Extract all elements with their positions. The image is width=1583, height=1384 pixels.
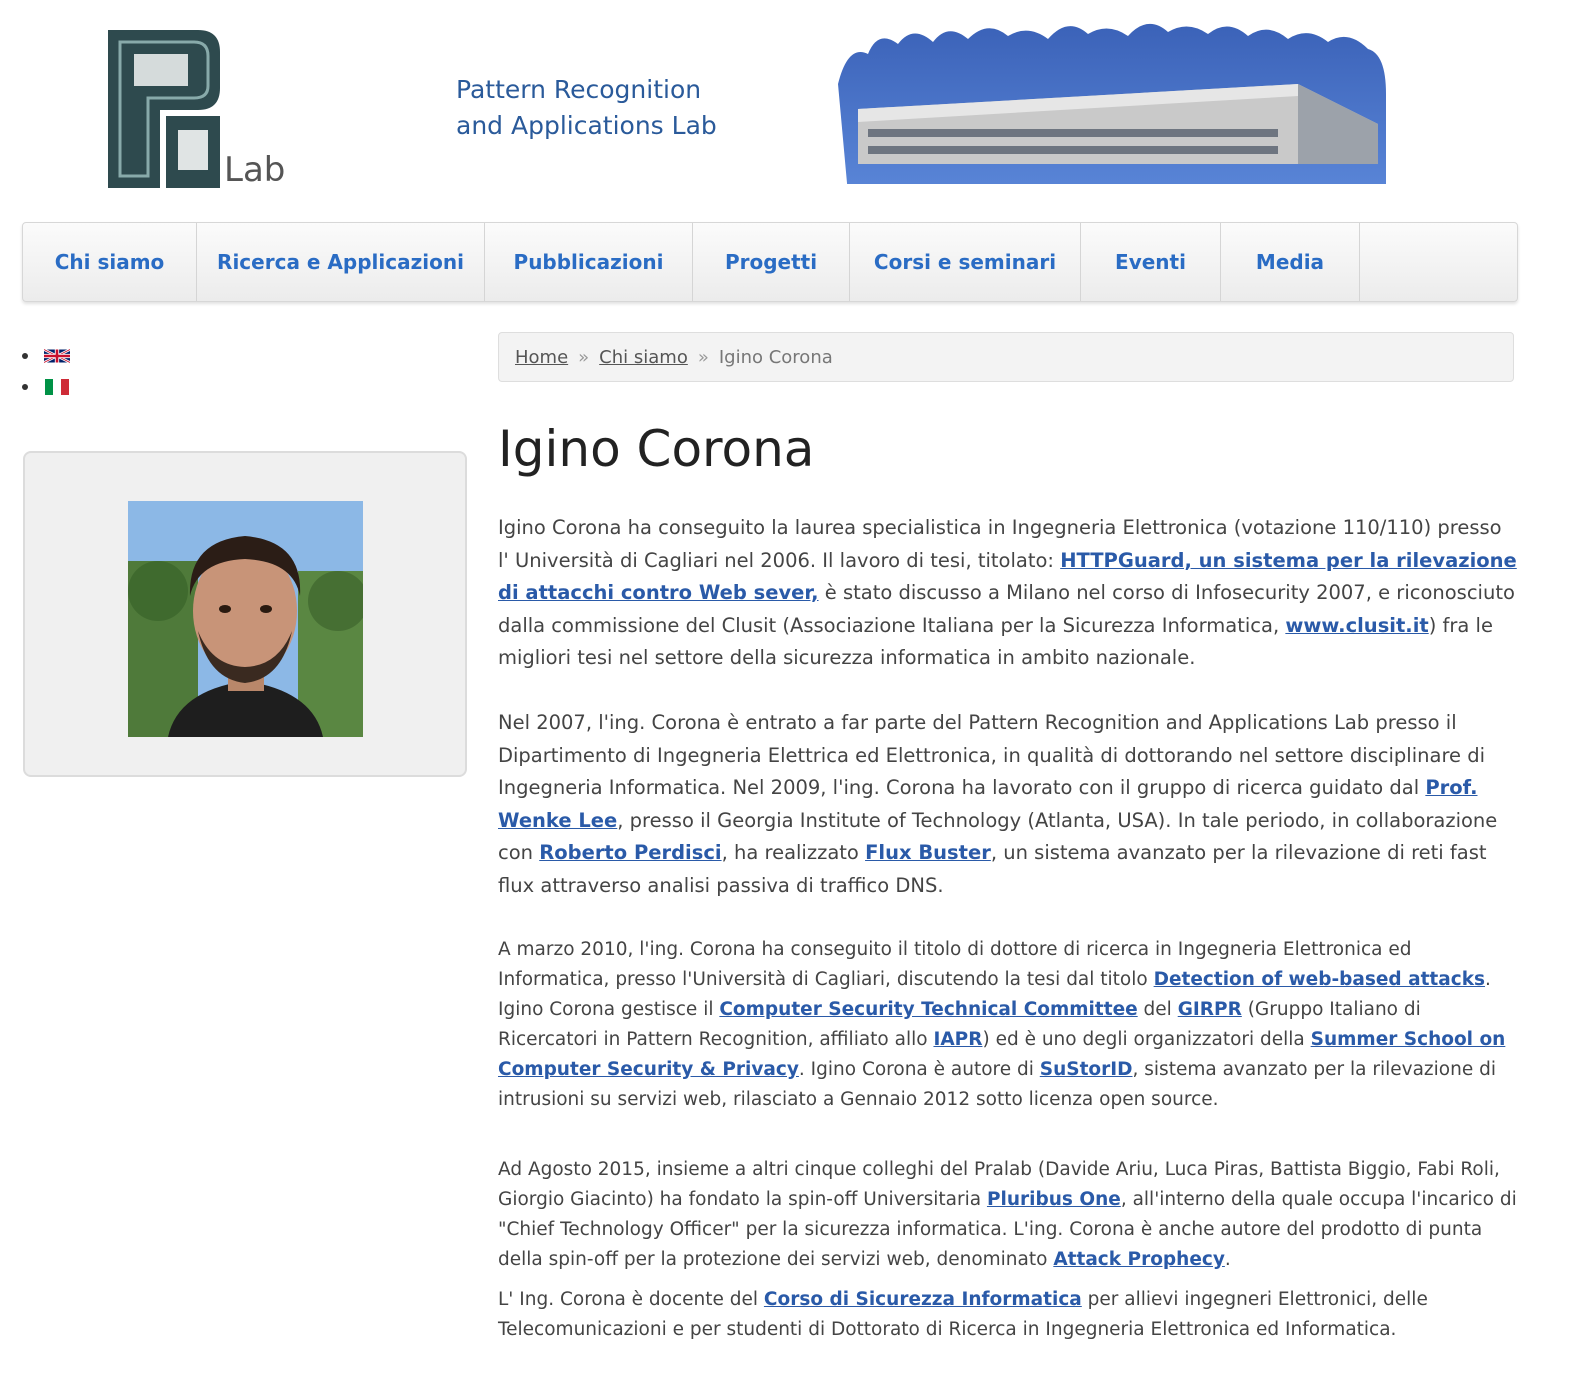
- biography-content: Igino Corona ha conseguito la laurea spe…: [498, 512, 1518, 1345]
- text: .: [1224, 1248, 1231, 1270]
- nav-ricerca-applicazioni[interactable]: Ricerca e Applicazioni: [197, 223, 485, 301]
- text: del: [1137, 998, 1178, 1020]
- text: . Igino Corona è autore di: [798, 1058, 1040, 1080]
- nav-chi-siamo[interactable]: Chi siamo: [23, 223, 197, 301]
- link-detection-web-attacks[interactable]: Detection of web-based attacks: [1154, 969, 1485, 990]
- text: L' Ing. Corona è docente del: [498, 1288, 764, 1310]
- paragraph-2: Nel 2007, l'ing. Corona è entrato a far …: [498, 707, 1518, 903]
- language-item-en: [22, 340, 70, 371]
- nav-progetti[interactable]: Progetti: [693, 223, 850, 301]
- breadcrumb-home[interactable]: Home: [515, 347, 568, 368]
- breadcrumb-current: Igino Corona: [718, 346, 833, 368]
- tagline-line2: and Applications Lab: [456, 111, 717, 140]
- link-attack-prophecy[interactable]: Attack Prophecy: [1053, 1249, 1225, 1270]
- page-title: Igino Corona: [498, 420, 815, 478]
- link-iapr[interactable]: IAPR: [933, 1029, 982, 1050]
- link-pluribus-one[interactable]: Pluribus One: [987, 1189, 1121, 1210]
- nav-corsi-seminari[interactable]: Corsi e seminari: [850, 223, 1081, 301]
- lab-tagline: Pattern Recognition and Applications Lab: [456, 72, 717, 144]
- paragraph-3: A marzo 2010, l'ing. Corona ha conseguit…: [498, 935, 1518, 1115]
- profile-photo: [128, 501, 363, 737]
- language-list: [22, 340, 70, 402]
- text: Nel 2007, l'ing. Corona è entrato a far …: [498, 710, 1486, 800]
- uk-flag-icon[interactable]: [44, 347, 70, 364]
- bullet: [22, 383, 28, 390]
- banner-image: [838, 23, 1390, 214]
- breadcrumb: Home » Chi siamo » Igino Corona: [498, 332, 1514, 382]
- nav-pubblicazioni[interactable]: Pubblicazioni: [485, 223, 693, 301]
- main-nav: Chi siamo Ricerca e Applicazioni Pubblic…: [22, 222, 1518, 302]
- breadcrumb-separator: »: [578, 346, 590, 368]
- link-girpr[interactable]: GIRPR: [1178, 999, 1242, 1020]
- link-flux-buster[interactable]: Flux Buster: [865, 841, 991, 864]
- profile-photo-box: [23, 451, 467, 777]
- breadcrumb-separator: »: [697, 346, 709, 368]
- italy-flag-icon[interactable]: [44, 378, 70, 395]
- nav-media[interactable]: Media: [1221, 223, 1360, 301]
- paragraph-5: L' Ing. Corona è docente del Corso di Si…: [498, 1285, 1518, 1345]
- link-sustorid[interactable]: SuStorID: [1040, 1059, 1133, 1080]
- paragraph-4: Ad Agosto 2015, insieme a altri cinque c…: [498, 1155, 1518, 1275]
- link-security-committee[interactable]: Computer Security Technical Committee: [719, 999, 1137, 1020]
- breadcrumb-chi-siamo[interactable]: Chi siamo: [599, 347, 688, 368]
- language-item-it: [22, 371, 70, 402]
- link-corso-sicurezza[interactable]: Corso di Sicurezza Informatica: [764, 1289, 1082, 1310]
- tagline-line1: Pattern Recognition: [456, 75, 702, 104]
- text: ) ed è uno degli organizzatori della: [982, 1028, 1311, 1050]
- bullet: [22, 352, 28, 359]
- link-clusit[interactable]: www.clusit.it: [1285, 614, 1428, 637]
- text: , ha realizzato: [721, 841, 866, 865]
- nav-eventi[interactable]: Eventi: [1081, 223, 1221, 301]
- paragraph-1: Igino Corona ha conseguito la laurea spe…: [498, 512, 1518, 675]
- logo-lab-text: Lab: [224, 150, 286, 190]
- link-roberto-perdisci[interactable]: Roberto Perdisci: [539, 841, 721, 864]
